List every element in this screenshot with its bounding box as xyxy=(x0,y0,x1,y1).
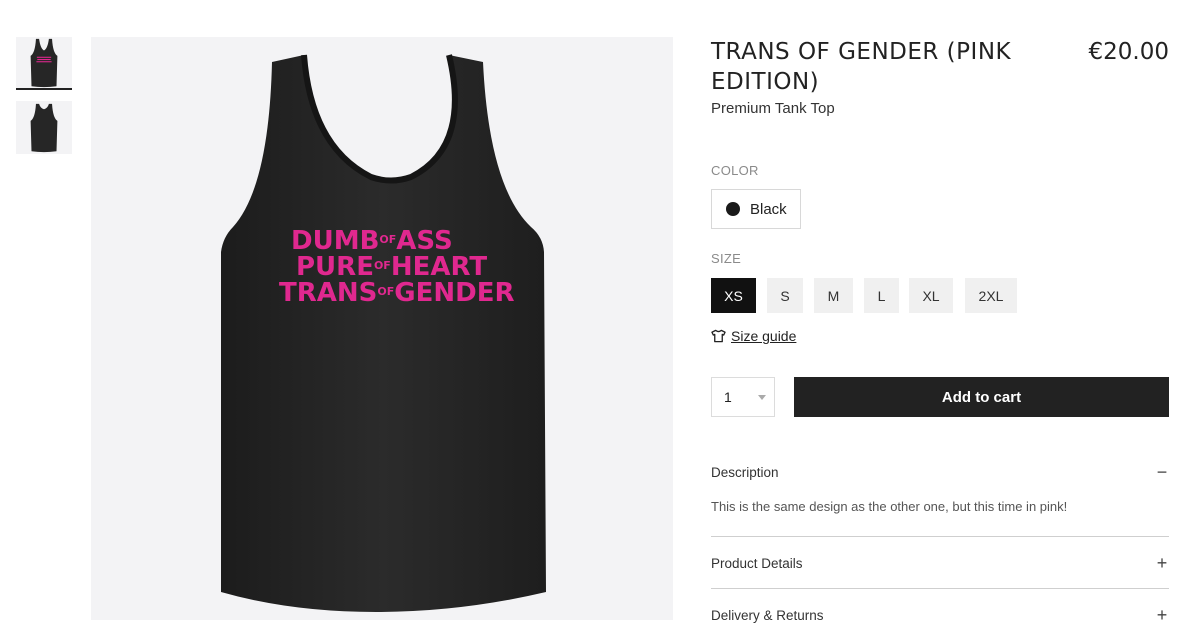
tank-top-front-thumbnail-image xyxy=(30,38,58,87)
plus-icon: + xyxy=(1156,553,1168,573)
product-price: €20.00 xyxy=(1088,39,1169,65)
tank-top-back-thumbnail-image xyxy=(30,103,58,152)
tank-top-image: DUMBOFASS PUREOFHEART TRANSOFGENDER xyxy=(221,54,546,612)
quantity-value: 1 xyxy=(724,389,732,405)
thumbnail-front[interactable] xyxy=(16,37,72,90)
quantity-select[interactable]: 1 xyxy=(711,377,775,417)
minus-icon: − xyxy=(1156,462,1168,482)
size-option-xs[interactable]: XS xyxy=(711,278,756,313)
accordion-description[interactable]: Description − xyxy=(711,461,1169,483)
color-option-black[interactable]: Black xyxy=(711,189,801,229)
size-option-xl[interactable]: XL xyxy=(909,278,953,313)
size-option-s[interactable]: S xyxy=(767,278,803,313)
size-option-m[interactable]: M xyxy=(814,278,853,313)
product-subtitle: Premium Tank Top xyxy=(711,100,835,117)
size-guide-label: Size guide xyxy=(731,328,797,344)
chevron-down-icon xyxy=(758,395,766,400)
size-guide-link[interactable]: Size guide xyxy=(711,328,796,344)
accordion-description-title: Description xyxy=(711,464,779,480)
tshirt-icon xyxy=(711,329,726,343)
color-swatch xyxy=(726,202,740,216)
product-image: DUMBOFASS PUREOFHEART TRANSOFGENDER xyxy=(91,37,673,620)
size-option-l[interactable]: L xyxy=(864,278,899,313)
print-line-3: TRANSOFGENDER xyxy=(279,278,514,308)
accordion-delivery-returns[interactable]: Delivery & Returns + xyxy=(711,604,1169,626)
thumbnail-back[interactable] xyxy=(16,101,72,154)
product-title: TRANS OF GENDER (PINK EDITION) xyxy=(711,39,1012,95)
accordion-product-details-title: Product Details xyxy=(711,555,803,571)
description-text: This is the same design as the other one… xyxy=(711,499,1068,514)
accordion-product-details[interactable]: Product Details + xyxy=(711,552,1169,574)
add-to-cart-button[interactable]: Add to cart xyxy=(794,377,1169,417)
size-label: SIZE xyxy=(711,251,742,266)
accordion-delivery-returns-title: Delivery & Returns xyxy=(711,607,824,623)
divider xyxy=(711,588,1169,589)
plus-icon: + xyxy=(1156,605,1168,625)
color-option-label: Black xyxy=(750,200,787,218)
divider xyxy=(711,536,1169,537)
size-option-2xl[interactable]: 2XL xyxy=(965,278,1017,313)
color-label: COLOR xyxy=(711,163,759,178)
